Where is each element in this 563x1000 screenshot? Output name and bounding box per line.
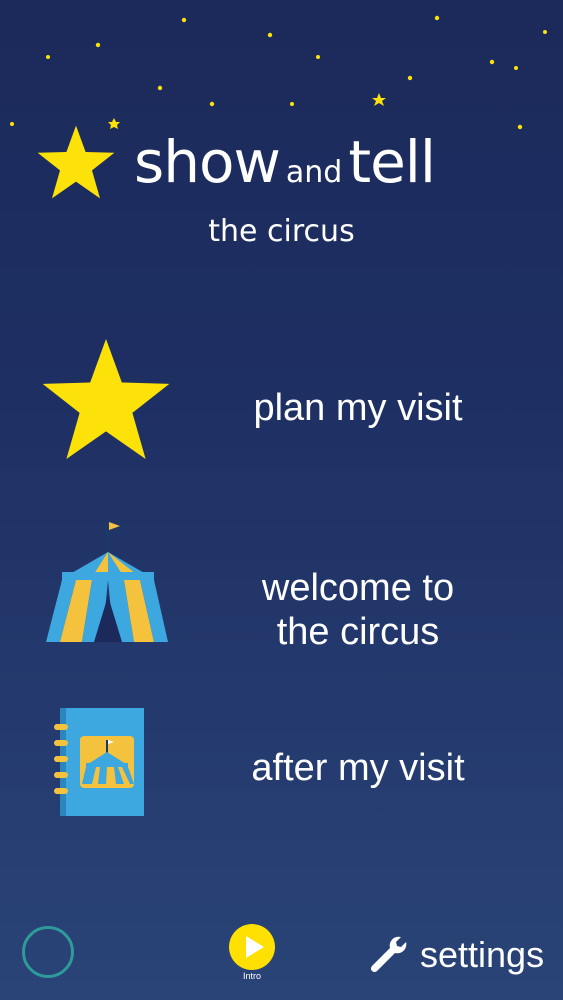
star-logo-icon [37,125,115,199]
settings-button[interactable]: settings [368,930,558,980]
title-text: show and tell [134,128,436,196]
intro-button[interactable]: Intro [228,924,276,986]
subtitle: the circus [208,214,355,249]
circus-tent-icon [46,522,168,642]
circle-button[interactable] [22,926,74,978]
book-icon [54,708,144,816]
menu-label-after-my-visit: after my visit [251,747,465,789]
bottom-bar: Intro settings [0,910,563,1000]
menu-label-welcome-to-the-circus: welcome to the circus [218,566,498,654]
title-and: and [285,155,343,190]
menu-item-after-my-visit[interactable]: after my visit [0,700,563,850]
title-show: show [134,128,281,196]
play-icon [229,924,275,970]
menu-label-line-1: welcome to [261,567,455,609]
app-title: show and tell [36,120,536,200]
background-stars [10,15,547,130]
menu-label-line-2: the circus [276,611,440,653]
wrench-icon [370,936,407,973]
intro-label: Intro [242,971,261,981]
star-icon [42,338,170,460]
menu-label-plan-my-visit: plan my visit [253,387,463,429]
menu-item-plan-my-visit[interactable]: plan my visit [0,330,563,480]
title-tell: tell [348,128,436,196]
menu-item-welcome-to-the-circus[interactable]: welcome to the circus [0,512,563,662]
settings-label: settings [420,934,545,975]
